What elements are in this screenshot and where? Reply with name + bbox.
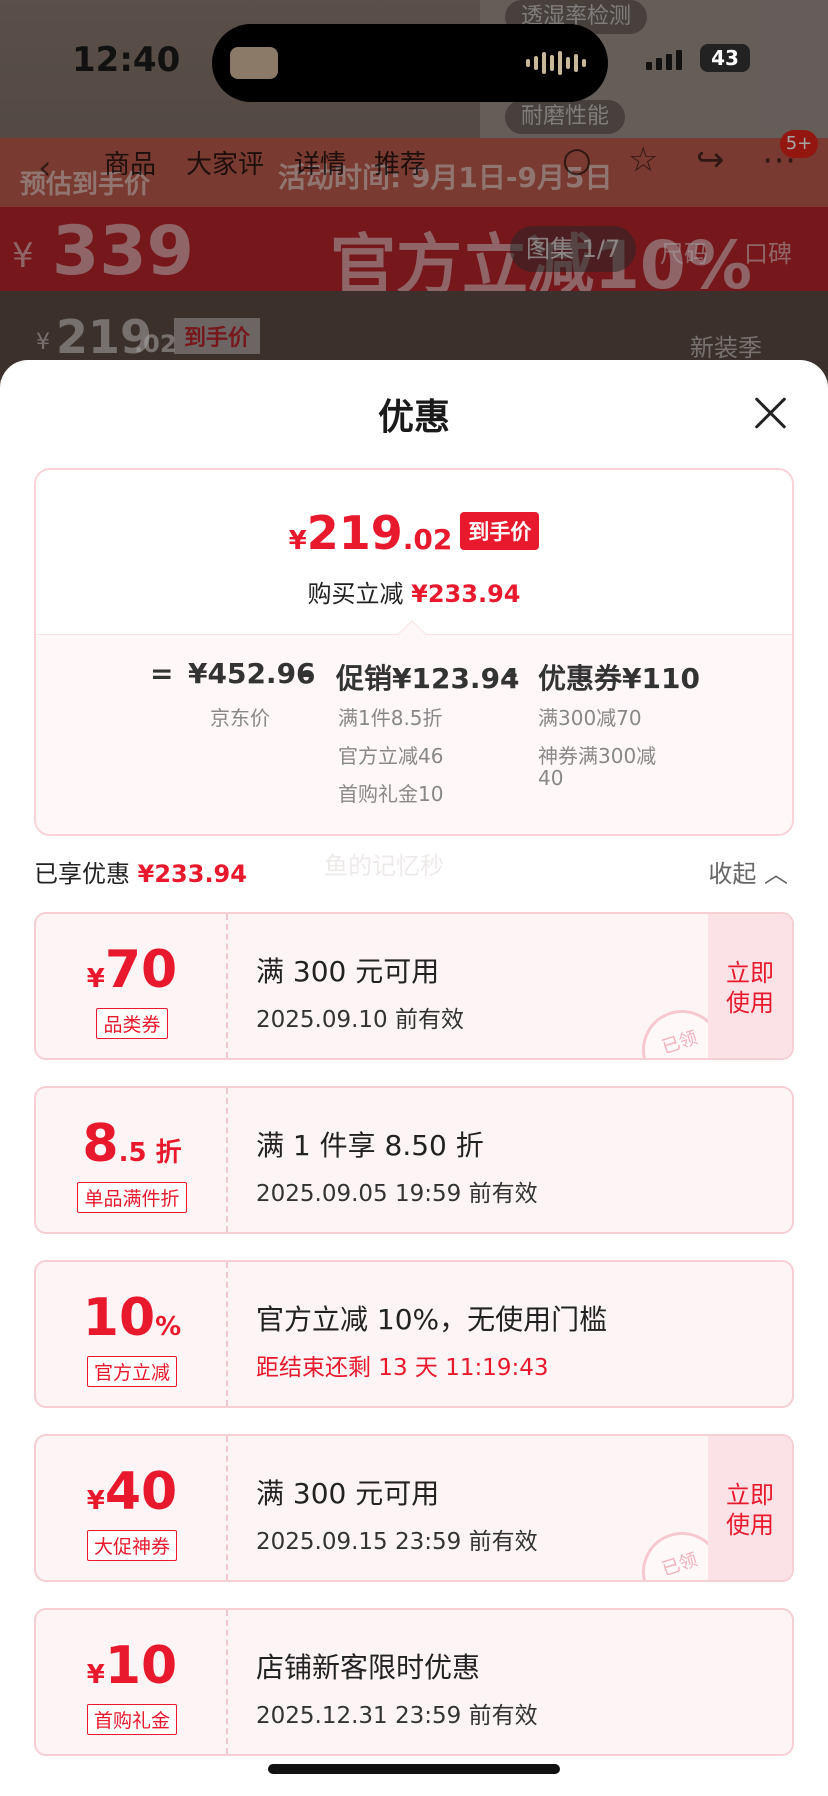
- final-price-dec: .02: [402, 523, 453, 556]
- coupon-amount: ¥70: [86, 940, 178, 1000]
- coupon-type: 单品满件折: [36, 1182, 228, 1213]
- audio-wave-icon: [526, 51, 586, 75]
- coupon-type: 品类券: [36, 1008, 228, 1039]
- jd-price-label: 京东价: [210, 706, 270, 730]
- signal-icon: [646, 50, 682, 70]
- coupon-amount: ¥40: [86, 1462, 178, 1522]
- sheet-title: 优惠: [377, 397, 450, 438]
- formula-minus: –: [300, 657, 314, 690]
- coupon-condition: 满 1 件享 8.50 折: [256, 1129, 484, 1162]
- coupon-type: 官方立减: [36, 1356, 228, 1387]
- coupon-expiry: 2025.09.15 23:59 前有效: [256, 1529, 538, 1555]
- coupon-value: ¥70 品类券: [36, 914, 228, 1058]
- coupon-card[interactable]: 8.5 折 单品满件折 满 1 件享 8.50 折 2025.09.05 19:…: [34, 1086, 794, 1234]
- coupon-card[interactable]: 10% 官方立减 官方立减 10%，无使用门槛 距结束还剩 13 天 11:19…: [34, 1260, 794, 1408]
- use-now-button[interactable]: 立即 使用: [708, 1436, 792, 1580]
- coupon-card[interactable]: ¥10 首购礼金 店铺新客限时优惠 2025.12.31 23:59 前有效: [34, 1608, 794, 1756]
- chevron-up-icon: ︿: [764, 860, 788, 888]
- coupon-expiry: 2025.09.10 前有效: [256, 1007, 464, 1033]
- reduce-value: ¥233.94: [411, 580, 521, 608]
- summary-breakdown: = ¥452.96 京东价 – 促销¥123.94 满1件8.5折 官方立减46…: [36, 634, 792, 834]
- coupon-condition: 满 300 元可用: [256, 1477, 440, 1510]
- promo-item: 官方立减46: [338, 744, 444, 768]
- coupon-value: ¥40 大促神券: [36, 1436, 228, 1580]
- coupon-value: ¥10 首购礼金: [36, 1610, 228, 1754]
- coupon-item: 40: [538, 766, 564, 790]
- reduce-line: 购买立减 ¥233.94: [36, 574, 792, 609]
- status-time: 12:40: [72, 40, 181, 80]
- formula-eq: =: [150, 657, 174, 690]
- jd-price: ¥452.96: [188, 657, 316, 690]
- promo-item: 满1件8.5折: [338, 706, 443, 730]
- battery-icon: 43: [700, 44, 750, 72]
- coupon-amount: ¥10: [86, 1636, 178, 1696]
- watermark: 鱼的记忆秒: [324, 852, 444, 880]
- coupon-item: 满300减70: [538, 706, 642, 730]
- reduce-label: 购买立减: [307, 580, 404, 608]
- coupon-amount: 10%: [82, 1288, 182, 1348]
- coupon-countdown: 距结束还剩 13 天 11:19:43: [256, 1355, 549, 1381]
- enjoyed-label: 已享优惠: [34, 860, 130, 888]
- price-summary-card: ¥219.02 到手价 购买立减 ¥233.94 = ¥452.96 京东价 – …: [34, 468, 794, 836]
- coupon-total: 优惠券¥110: [538, 662, 700, 695]
- coupon-value: 8.5 折 单品满件折: [36, 1088, 228, 1232]
- collapse-button[interactable]: 收起 ︿: [708, 854, 788, 889]
- collapse-label: 收起: [708, 860, 757, 888]
- promo-total: 促销¥123.94: [336, 662, 520, 695]
- final-price-tag: 到手价: [460, 512, 540, 550]
- coupon-card[interactable]: ¥40 大促神券 满 300 元可用 2025.09.15 23:59 前有效 …: [34, 1434, 794, 1582]
- final-price-int: 219: [306, 506, 403, 560]
- use-now-button[interactable]: 立即 使用: [708, 914, 792, 1058]
- home-indicator[interactable]: [268, 1764, 560, 1774]
- summary-top: ¥219.02 到手价 购买立减 ¥233.94: [36, 470, 792, 634]
- formula-minus: –: [504, 657, 518, 690]
- coupon-card[interactable]: ¥70 品类券 满 300 元可用 2025.09.10 前有效 已领 立即 使用: [34, 912, 794, 1060]
- coupon-condition: 店铺新客限时优惠: [256, 1651, 481, 1684]
- coupon-type: 首购礼金: [36, 1704, 228, 1735]
- coupon-expiry: 2025.12.31 23:59 前有效: [256, 1703, 538, 1729]
- media-thumbnail: [230, 47, 278, 79]
- coupon-condition: 官方立减 10%，无使用门槛: [256, 1303, 608, 1336]
- coupon-value: 10% 官方立减: [36, 1262, 228, 1406]
- final-price-currency: ¥: [288, 526, 307, 556]
- enjoyed-discount: 已享优惠 ¥233.94: [34, 854, 247, 889]
- close-icon[interactable]: [752, 394, 788, 430]
- coupon-type: 大促神券: [36, 1530, 228, 1561]
- dynamic-island[interactable]: [212, 24, 608, 102]
- enjoyed-value: ¥233.94: [137, 860, 247, 888]
- discount-sheet: 优惠 ¥219.02 到手价 购买立减 ¥233.94 = ¥452.96 京东价…: [0, 360, 828, 1796]
- promo-item: 首购礼金10: [338, 782, 444, 806]
- coupon-condition: 满 300 元可用: [256, 955, 440, 988]
- final-price: ¥219.02 到手价: [36, 506, 792, 560]
- coupon-amount: 8.5 折: [82, 1114, 182, 1174]
- coupon-expiry: 2025.09.05 19:59 前有效: [256, 1181, 538, 1207]
